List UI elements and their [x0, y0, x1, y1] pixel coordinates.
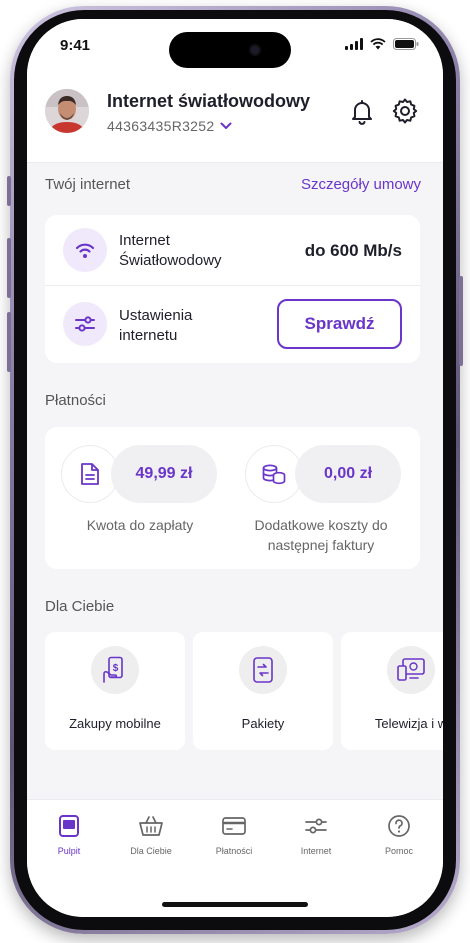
tab-label: Pulpit [57, 846, 81, 856]
payments-card: 49,99 zł Kwota do zapłaty 0,00 zł Dodatk… [45, 427, 420, 569]
plan-label: Internet Światłowodowy [119, 232, 222, 269]
coins-icon [262, 464, 286, 485]
document-icon [81, 463, 99, 485]
amount-due-value: 49,99 zł [111, 445, 217, 503]
home-indicator[interactable] [162, 902, 308, 907]
tile-mobile-shopping[interactable]: $ Zakupy mobilne [45, 632, 185, 750]
wifi-icon [75, 243, 95, 258]
tv-icon [387, 646, 435, 694]
tile-label: Zakupy mobilne [69, 716, 161, 731]
tab-internet[interactable]: Internet [281, 812, 351, 856]
avatar-image [45, 89, 89, 133]
wifi-icon-circle [63, 228, 107, 272]
help-icon [388, 815, 410, 837]
page-title: Internet światłowodowy [107, 91, 311, 111]
tab-help[interactable]: Pomoc [364, 812, 434, 856]
app-screen: 9:41 Internet światłowodowy 44363435R325… [27, 19, 443, 917]
svg-text:$: $ [113, 663, 119, 674]
for-you-section-label: Dla Ciebie [45, 598, 115, 615]
status-icons [345, 38, 419, 50]
basket-icon [139, 816, 163, 836]
bell-icon[interactable] [350, 99, 374, 125]
status-time: 9:41 [60, 37, 91, 54]
card-icon [222, 817, 246, 835]
tab-label: Dla Ciebie [130, 846, 172, 856]
check-button[interactable]: Sprawdź [277, 299, 402, 349]
tab-payments[interactable]: Płatności [199, 812, 269, 856]
signal-icon [345, 38, 363, 50]
tab-bar: Pulpit Dla Ciebie Płatności Internet Pom… [27, 799, 443, 917]
tile-tv[interactable]: Telewizja i w [341, 632, 443, 750]
for-you-carousel[interactable]: $ Zakupy mobilne Pakiety Telewizja i w [45, 632, 443, 752]
contract-details-link[interactable]: Szczegóły umowy [301, 176, 421, 193]
amount-due-caption: Kwota do zapłaty [86, 517, 194, 533]
tile-label: Telewizja i w [374, 716, 443, 731]
card-divider [45, 285, 420, 286]
chevron-down-icon [220, 122, 232, 129]
extra-costs-value: 0,00 zł [295, 445, 401, 503]
tab-label: Pomoc [384, 846, 413, 856]
wifi-status-icon [370, 38, 386, 50]
avatar[interactable] [45, 89, 89, 133]
tab-dashboard[interactable]: Pulpit [34, 812, 104, 856]
tab-label: Płatności [215, 846, 253, 856]
dashboard-icon [59, 815, 79, 837]
account-number: 44363435R3252 [107, 118, 215, 134]
internet-settings-label: Ustawienia internetu [119, 307, 193, 344]
internet-section-label: Twój internet [45, 176, 131, 193]
internet-card: Internet Światłowodowy do 600 Mb/s Ustaw… [45, 215, 420, 363]
battery-icon [393, 38, 419, 50]
app-header: Internet światłowodowy 44363435R3252 [27, 71, 443, 163]
sliders-icon [305, 818, 327, 834]
tile-packages[interactable]: Pakiety [193, 632, 333, 750]
dynamic-island [169, 32, 291, 68]
tab-for-you[interactable]: Dla Ciebie [116, 812, 186, 856]
payments-section-label: Płatności [45, 392, 106, 409]
status-bar: 9:41 [27, 19, 443, 71]
sliders-icon [75, 316, 95, 332]
plan-speed: do 600 Mb/s [304, 241, 402, 260]
mobile-payment-icon: $ [91, 646, 139, 694]
tab-label: Internet [300, 846, 332, 856]
packages-icon [239, 646, 287, 694]
extra-costs-caption: Dodatkowe koszty do następnej faktury [254, 517, 388, 553]
gear-icon[interactable] [392, 98, 418, 124]
tile-label: Pakiety [241, 716, 285, 731]
account-selector[interactable]: 44363435R3252 [107, 118, 232, 134]
settings-icon-circle [63, 302, 107, 346]
